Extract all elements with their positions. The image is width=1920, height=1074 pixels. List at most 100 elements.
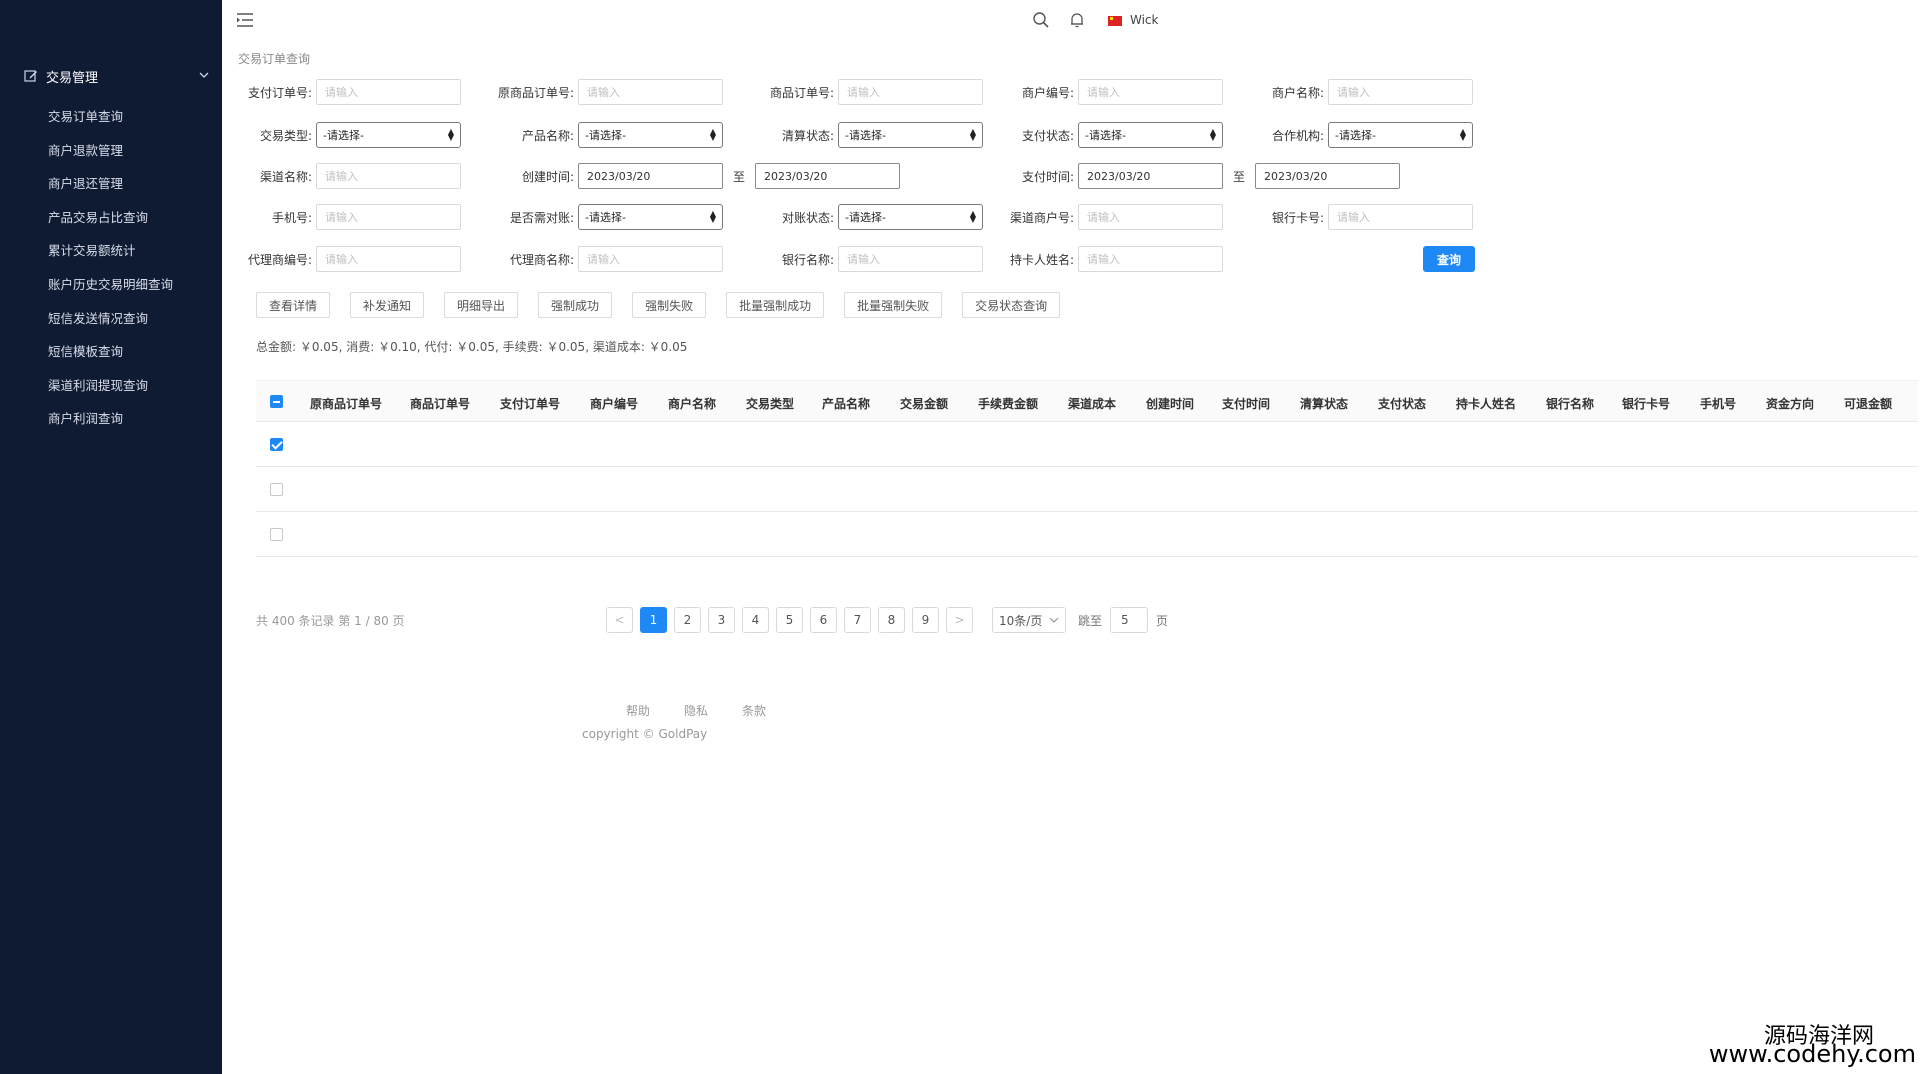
column-header[interactable]: 银行名称 [1546, 395, 1594, 412]
table-row[interactable] [256, 422, 1918, 467]
page-button[interactable]: 6 [810, 607, 837, 633]
select-arrow-icon: ▲ ▼ [969, 127, 976, 142]
batch-force-success-button[interactable]: 批量强制成功 [726, 292, 825, 318]
trade-status-query-button[interactable]: 交易状态查询 [962, 292, 1061, 318]
column-header[interactable]: 手续费金额 [978, 395, 1038, 412]
table-row[interactable] [256, 467, 1918, 512]
sidebar-item-product-share[interactable]: 产品交易占比查询 [48, 201, 173, 235]
query-button[interactable]: 查询 [1423, 246, 1475, 272]
reconcile-status-select[interactable]: -请选择- ▲ ▼ [838, 204, 983, 230]
column-header[interactable]: 原商品订单号 [310, 395, 382, 412]
product-name-value: -请选择- [585, 129, 626, 142]
need-reconcile-select[interactable]: -请选择- ▲ ▼ [578, 204, 723, 230]
pay-time-from-input[interactable] [1078, 163, 1223, 189]
column-header[interactable]: 商户编号 [590, 395, 638, 412]
column-header[interactable]: 商户名称 [668, 395, 716, 412]
column-header[interactable]: 商品订单号 [410, 395, 470, 412]
column-header[interactable]: 产品名称 [822, 395, 870, 412]
pay-time-to-separator: 至 [1233, 169, 1246, 184]
force-fail-button[interactable]: 强制失败 [632, 292, 707, 318]
view-detail-button[interactable]: 查看详情 [256, 292, 331, 318]
trade-type-select[interactable]: -请选择- ▲ ▼ [316, 122, 461, 148]
row-checkbox[interactable] [270, 438, 283, 451]
holder-name-input[interactable] [1078, 246, 1223, 272]
sidebar-group-label: 交易管理 [46, 70, 99, 86]
row-checkbox[interactable] [270, 528, 283, 541]
sidebar-item-account-history[interactable]: 账户历史交易明细查询 [48, 268, 173, 302]
user-name[interactable]: Wick [1130, 13, 1158, 27]
sidebar-item-merchant-refund[interactable]: 商户退款管理 [48, 134, 173, 168]
sidebar-group-trade[interactable]: 交易管理 [24, 64, 210, 88]
page-button[interactable]: 5 [776, 607, 803, 633]
page-button[interactable]: 2 [674, 607, 701, 633]
settle-status-select[interactable]: -请选择- ▲ ▼ [838, 122, 983, 148]
sidebar-item-channel-profit-withdraw[interactable]: 渠道利润提现查询 [48, 369, 173, 403]
column-header[interactable]: 清算状态 [1300, 395, 1348, 412]
column-header[interactable]: 支付订单号 [500, 395, 560, 412]
footer-link-privacy[interactable]: 隐私 [684, 702, 708, 719]
page-button[interactable]: 3 [708, 607, 735, 633]
pay-status-select[interactable]: -请选择- ▲ ▼ [1078, 122, 1223, 148]
phone-input[interactable] [316, 204, 461, 230]
label-need-reconcile: 是否需对账: [509, 210, 574, 225]
resend-notify-button[interactable]: 补发通知 [350, 292, 425, 318]
create-time-to-input[interactable] [755, 163, 901, 189]
column-header[interactable]: 交易类型 [746, 395, 794, 412]
column-header[interactable]: 渠道成本 [1068, 395, 1116, 412]
column-header[interactable]: 手机号 [1700, 395, 1736, 412]
orig-goods-order-no-input[interactable] [578, 79, 723, 105]
page-size-select[interactable]: 10条/页 [992, 607, 1066, 633]
column-header[interactable]: 交易金额 [900, 395, 948, 412]
page-button[interactable]: 9 [912, 607, 939, 633]
sidebar-item-merchant-return[interactable]: 商户退还管理 [48, 167, 173, 201]
column-header[interactable]: 持卡人姓名 [1456, 395, 1516, 412]
jump-page-input[interactable] [1110, 607, 1149, 633]
label-goods-order-no: 商品订单号: [769, 85, 834, 100]
product-name-select[interactable]: -请选择- ▲ ▼ [578, 122, 723, 148]
pay-order-no-input[interactable] [316, 79, 461, 105]
column-header[interactable]: 支付状态 [1378, 395, 1426, 412]
column-header[interactable]: 银行卡号 [1622, 395, 1670, 412]
batch-force-fail-button[interactable]: 批量强制失败 [844, 292, 943, 318]
menu-toggle-icon[interactable] [236, 12, 254, 28]
column-header[interactable]: 可退金额 [1844, 395, 1892, 412]
partner-select[interactable]: -请选择- ▲ ▼ [1328, 122, 1473, 148]
label-trade-type: 交易类型: [259, 128, 312, 143]
action-bar: 查看详情 补发通知 明细导出 强制成功 强制失败 批量强制成功 批量强制失败 交… [256, 292, 1080, 318]
merchant-name-input[interactable] [1328, 79, 1473, 105]
page-button[interactable]: 4 [742, 607, 769, 633]
export-detail-button[interactable]: 明细导出 [444, 292, 519, 318]
agent-no-input[interactable] [316, 246, 461, 272]
page-button[interactable]: 1 [640, 607, 667, 633]
next-page-button[interactable]: > [946, 607, 973, 633]
select-all-checkbox[interactable] [270, 395, 283, 408]
footer-link-help[interactable]: 帮助 [626, 702, 650, 719]
prev-page-button[interactable]: < [606, 607, 633, 633]
sidebar-item-merchant-profit[interactable]: 商户利润查询 [48, 402, 173, 436]
search-icon[interactable] [1032, 11, 1050, 29]
bell-icon[interactable] [1068, 11, 1086, 29]
table-row[interactable] [256, 512, 1918, 557]
sidebar-item-trade-order-query[interactable]: 交易订单查询 [48, 100, 173, 134]
force-success-button[interactable]: 强制成功 [538, 292, 613, 318]
create-time-from-input[interactable] [578, 163, 723, 189]
agent-name-input[interactable] [578, 246, 723, 272]
row-checkbox[interactable] [270, 483, 283, 496]
channel-merchant-no-input[interactable] [1078, 204, 1223, 230]
sidebar-item-sms-status[interactable]: 短信发送情况查询 [48, 302, 173, 336]
goods-order-no-input[interactable] [838, 79, 983, 105]
page-button[interactable]: 8 [878, 607, 905, 633]
column-header[interactable]: 支付时间 [1222, 395, 1270, 412]
pay-time-to-input[interactable] [1255, 163, 1401, 189]
merchant-no-input[interactable] [1078, 79, 1223, 105]
channel-name-input[interactable] [316, 163, 461, 189]
chevron-down-icon[interactable] [198, 69, 210, 81]
sidebar-item-sms-template[interactable]: 短信模板查询 [48, 335, 173, 369]
page-button[interactable]: 7 [844, 607, 871, 633]
footer-link-terms[interactable]: 条款 [742, 702, 766, 719]
bank-name-input[interactable] [838, 246, 983, 272]
column-header[interactable]: 资金方向 [1766, 395, 1814, 412]
column-header[interactable]: 创建时间 [1146, 395, 1194, 412]
sidebar-item-cumulative-stats[interactable]: 累计交易额统计 [48, 234, 173, 268]
bank-card-no-input[interactable] [1328, 204, 1473, 230]
